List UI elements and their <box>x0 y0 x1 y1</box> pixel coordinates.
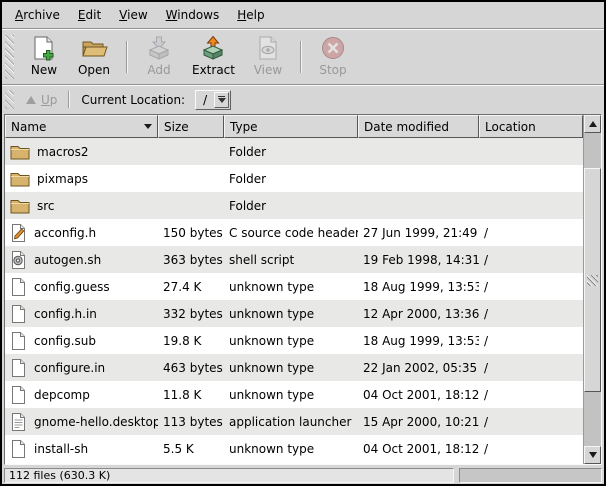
column-header-size[interactable]: Size <box>158 115 224 138</box>
extract-button[interactable]: Extract <box>184 32 243 82</box>
file-rows: macros2 Folder pixmaps Folder src F <box>5 138 583 464</box>
menu-help[interactable]: Help <box>228 4 273 26</box>
extract-icon <box>200 35 226 61</box>
new-button[interactable]: New <box>19 32 69 82</box>
combobox-arrow-bar <box>218 96 225 97</box>
add-button[interactable]: Add <box>134 32 184 82</box>
add-files-icon <box>146 35 172 61</box>
combobox-dropdown-button[interactable] <box>214 92 229 108</box>
column-headers: Name Size Type Date modified Location <box>5 115 583 138</box>
column-header-name[interactable]: Name <box>5 115 158 138</box>
location-combobox[interactable]: / <box>195 90 231 110</box>
archive-manager-window: Archive Edit View Windows Help New <box>0 0 606 486</box>
location-bar: Up Current Location: / <box>2 86 604 113</box>
column-header-date-modified[interactable]: Date modified <box>358 115 479 138</box>
file-list: Name Size Type Date modified Location ma… <box>4 114 602 465</box>
table-row[interactable]: config.sub 19.8 K unknown type 18 Aug 19… <box>5 327 583 354</box>
document-icon <box>10 304 27 324</box>
sort-descending-icon <box>144 124 152 129</box>
toolbar-separator <box>126 41 127 73</box>
view-button[interactable]: View <box>243 32 293 82</box>
statusbar: 112 files (630.3 K) <box>2 466 604 484</box>
table-row[interactable]: src Folder <box>5 192 583 219</box>
launcher-icon <box>10 412 27 432</box>
column-header-type[interactable]: Type <box>224 115 358 138</box>
view-file-icon <box>255 35 281 61</box>
menu-archive[interactable]: Archive <box>6 4 69 26</box>
table-row[interactable]: macros2 Folder <box>5 138 583 165</box>
scroll-down-icon <box>589 452 597 458</box>
add-button-label: Add <box>147 63 170 77</box>
view-button-label: View <box>254 63 282 77</box>
open-button-label: Open <box>78 63 110 77</box>
table-row[interactable]: install-sh 5.5 K unknown type 04 Oct 200… <box>5 435 583 462</box>
scrollbar-trough[interactable] <box>584 133 601 446</box>
folder-icon <box>10 171 30 187</box>
document-icon <box>10 331 27 351</box>
table-row[interactable]: pixmaps Folder <box>5 165 583 192</box>
table-row[interactable]: configure.in 463 bytes unknown type 22 J… <box>5 354 583 381</box>
stop-icon <box>320 35 346 61</box>
menubar: Archive Edit View Windows Help <box>2 2 604 29</box>
menu-edit[interactable]: Edit <box>69 4 110 26</box>
table-row[interactable]: config.h.in 332 bytes unknown type 12 Ap… <box>5 300 583 327</box>
new-archive-icon <box>31 35 57 61</box>
stop-button-label: Stop <box>319 63 346 77</box>
table-row[interactable]: config.guess 27.4 K unknown type 18 Aug … <box>5 273 583 300</box>
table-row[interactable]: acconfig.h 150 bytes C source code heade… <box>5 219 583 246</box>
location-bar-separator <box>68 91 69 108</box>
scrollbar-thumb[interactable] <box>584 168 601 392</box>
document-icon <box>10 439 27 459</box>
up-button-label: Up <box>41 93 57 107</box>
chevron-down-icon <box>218 98 226 103</box>
document-icon <box>10 277 27 297</box>
toolbar: New Open Add <box>2 29 604 84</box>
source-header-icon <box>10 223 27 243</box>
extract-button-label: Extract <box>192 63 235 77</box>
shell-script-icon <box>10 250 27 270</box>
folder-icon <box>10 198 30 214</box>
current-location-label: Current Location: <box>81 93 185 107</box>
scroll-up-button[interactable] <box>584 115 601 133</box>
location-combobox-value: / <box>197 92 214 108</box>
open-button[interactable]: Open <box>69 32 119 82</box>
stop-button[interactable]: Stop <box>308 32 358 82</box>
new-button-label: New <box>31 63 57 77</box>
table-row[interactable]: autogen.sh 363 bytes shell script 19 Feb… <box>5 246 583 273</box>
table-row[interactable]: depcomp 11.8 K unknown type 04 Oct 2001,… <box>5 381 583 408</box>
menu-view[interactable]: View <box>110 4 156 26</box>
scroll-up-icon <box>589 121 597 127</box>
scrollbar-grip-icon <box>587 275 598 286</box>
document-icon <box>10 358 27 378</box>
toolbar-drag-handle[interactable] <box>5 35 14 79</box>
column-header-location[interactable]: Location <box>479 115 583 138</box>
scroll-down-button[interactable] <box>584 446 601 464</box>
up-button[interactable]: Up <box>19 91 64 109</box>
document-icon <box>10 385 27 405</box>
toolbar-separator <box>300 41 301 73</box>
status-text: 112 files (630.3 K) <box>9 469 110 482</box>
folder-icon <box>10 144 30 160</box>
menu-windows[interactable]: Windows <box>157 4 229 26</box>
status-progress-panel <box>459 468 602 483</box>
table-row[interactable]: gnome-hello.desktop 113 bytes applicatio… <box>5 408 583 435</box>
open-archive-icon <box>81 35 108 61</box>
status-message-panel: 112 files (630.3 K) <box>4 468 454 483</box>
up-arrow-icon <box>26 96 36 104</box>
vertical-scrollbar[interactable] <box>583 115 601 464</box>
location-bar-drag-handle[interactable] <box>5 90 14 109</box>
